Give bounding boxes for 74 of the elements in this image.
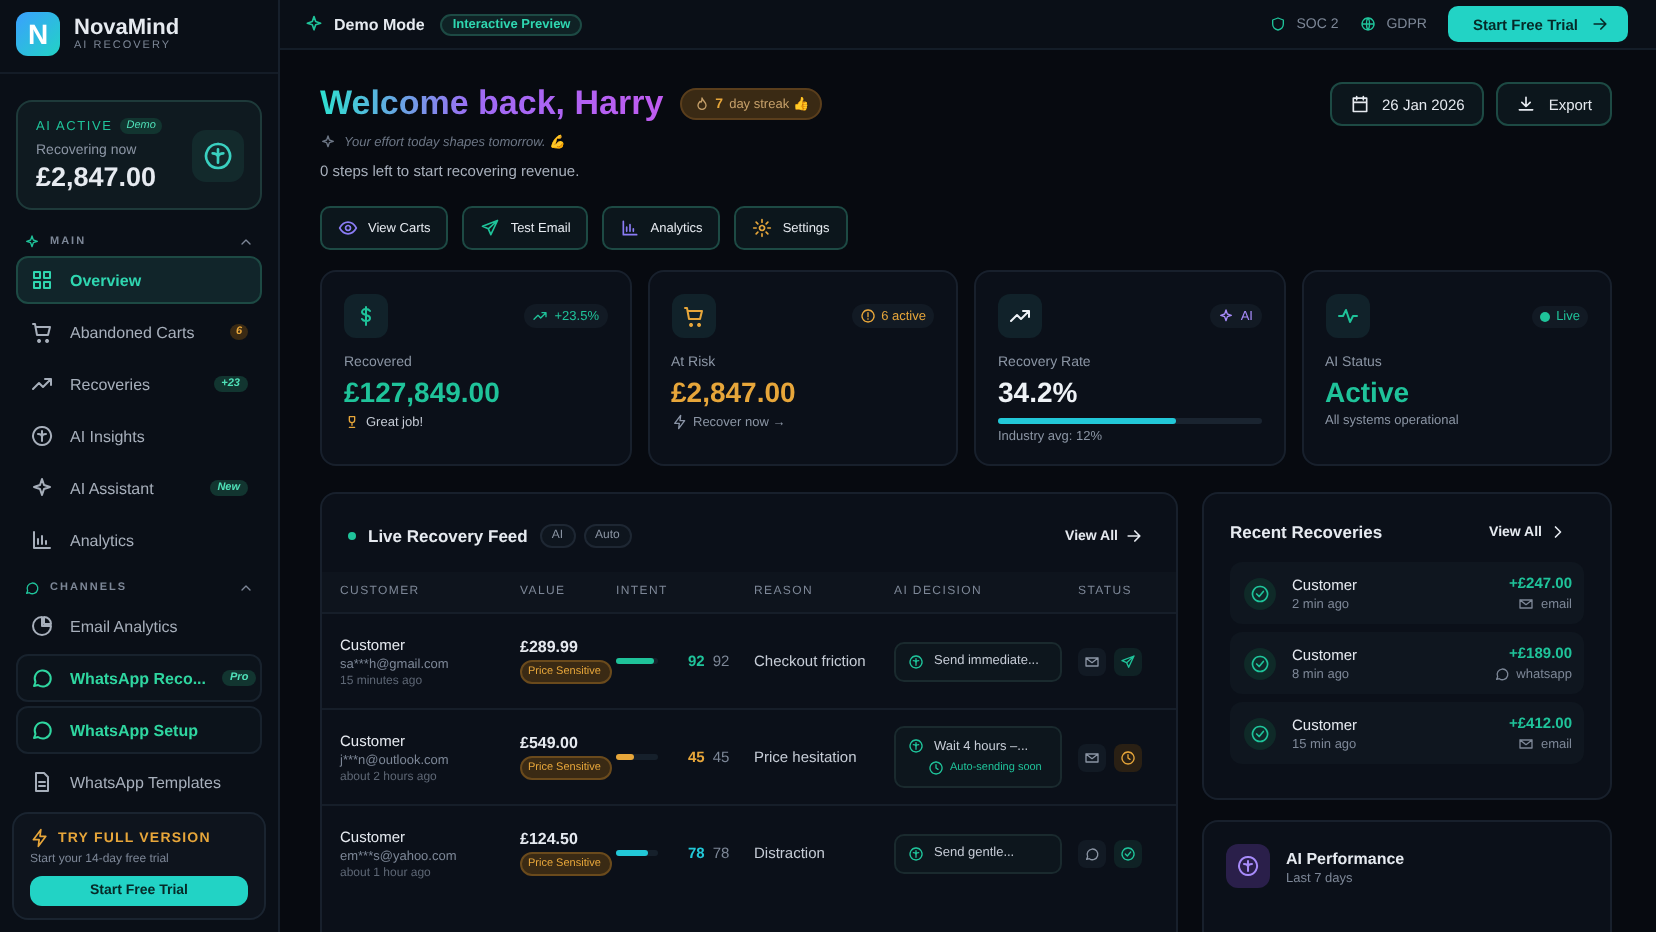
feed-title: Live Recovery Feed [368,526,528,546]
nav-label: AI Insights [70,427,147,445]
send-icon[interactable] [1114,647,1142,675]
intent-bar [616,850,658,856]
sparkle-icon [1218,308,1235,324]
chat-icon [1494,666,1511,682]
stat-value: £127,849.00 [344,376,502,408]
grid-icon [30,268,54,292]
cart-icon [30,320,54,344]
download-icon [1516,94,1537,114]
bolt-icon [671,414,687,430]
chat-icon[interactable] [1078,839,1106,867]
trend-icon [30,372,54,396]
mode-label: Demo Mode [334,15,425,33]
nav-item[interactable]: WhatsApp Setup [16,706,262,754]
nav-item[interactable]: AI Insights [16,412,262,460]
collapse-chevron-icon[interactable] [238,234,254,250]
arrow-right-icon [1590,14,1610,34]
intent-bar [616,658,658,664]
nav-label: WhatsApp Setup [70,721,200,739]
section-icon [24,234,40,250]
arrow-right-icon [1124,526,1144,546]
mail-icon[interactable] [1078,743,1106,771]
nav-item[interactable]: Analytics [16,516,262,564]
calendar-icon [1350,94,1371,114]
nav-label: Analytics [70,531,137,549]
performance-title: AI Performance [1286,850,1405,868]
stat-value: Active [1325,376,1412,408]
section-icon [24,580,40,596]
send-icon [480,218,501,238]
clock-icon[interactable] [1114,743,1142,771]
settings-icon [752,218,773,238]
nav-label: Email Analytics [70,617,180,635]
brand-name: NovaMind [74,16,180,40]
bar-chart-icon [620,218,641,238]
nav-label: WhatsApp Reco... [70,669,207,687]
mail-icon [1518,736,1535,752]
nav-item[interactable]: Email Analytics [16,602,262,650]
collapse-chevron-icon[interactable] [238,580,254,596]
sparkle-icon [320,134,336,150]
mail-icon [1518,596,1535,612]
logo: N [16,12,60,56]
cart-value: £289.99 [520,638,580,656]
trophy-icon [344,414,360,430]
stat-value: £2,847.00 [671,376,798,408]
mail-icon[interactable] [1078,647,1106,675]
recent-title: Recent Recoveries [1230,522,1383,542]
nav-label: WhatsApp Templates [70,773,223,791]
nav-label: Overview [70,271,144,289]
recovering-amount: £2,847.00 [36,162,159,192]
bar-chart-icon [30,528,54,552]
cart-value: £124.50 [520,830,580,848]
nav-label: Recoveries [70,375,153,393]
sparkle-icon [304,14,324,34]
nav-item[interactable]: Overview [16,256,262,304]
alert-icon [859,308,876,324]
eye-icon [338,218,358,238]
trend-icon [532,308,549,324]
sparkle-icon [30,476,54,500]
cart-value: £549.00 [520,734,580,752]
nav-label: AI Assistant [70,479,156,497]
chat-icon [30,718,54,742]
live-dot [1540,311,1551,321]
intent-bar [616,754,658,760]
document-icon [30,770,54,794]
nav-item[interactable]: WhatsApp Templates [16,758,262,806]
nav-label: Abandoned Carts [70,323,197,341]
globe-icon [1360,16,1377,32]
pie-chart-icon [30,614,54,638]
stat-value: 34.2% [998,376,1080,408]
chat-icon [30,666,54,690]
welcome-title: Welcome back, Harry [320,84,664,124]
bolt-icon [30,828,50,848]
shield-icon [1270,16,1287,32]
